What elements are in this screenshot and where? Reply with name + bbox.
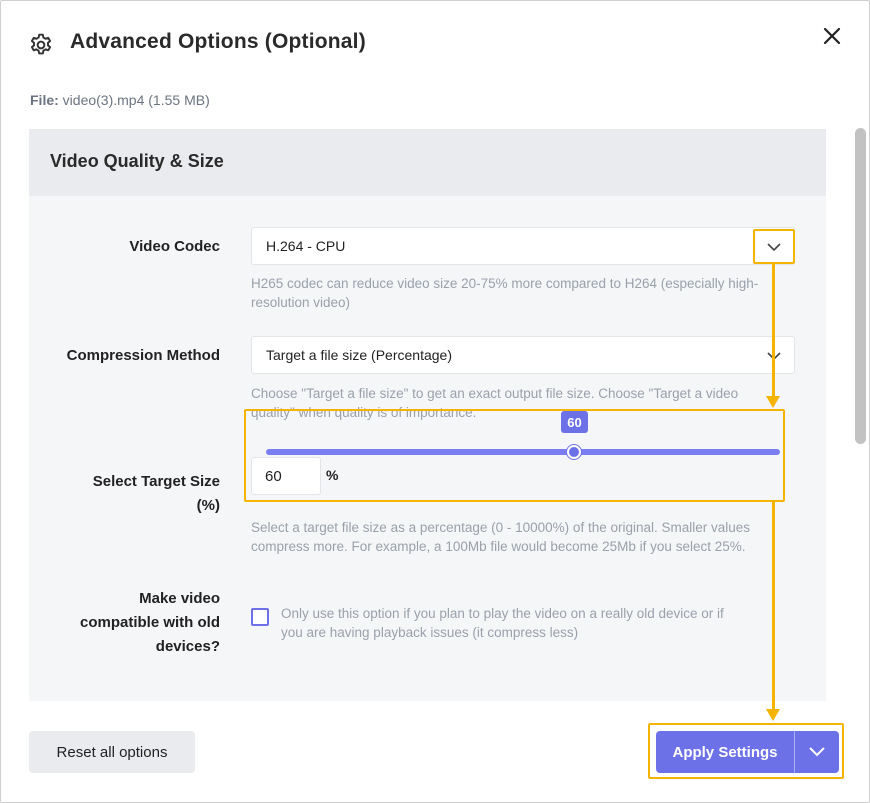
gear-icon [30,33,52,55]
chevron-down-icon [809,747,825,757]
video-codec-help: H265 codec can reduce video size 20-75% … [251,276,759,310]
annotation-arrowhead-2 [766,709,780,721]
file-value: video(3).mp4 (1.55 MB) [62,92,210,108]
slider-highlight [244,409,785,502]
target-size-input[interactable]: 60 [251,457,321,495]
percent-unit: % [326,467,339,483]
target-size-help: Select a target file size as a percentag… [251,520,751,554]
compatibility-checkbox[interactable] [251,608,269,626]
annotation-arrow-2 [772,502,775,710]
apply-settings-group: Apply Settings [656,731,839,773]
compatibility-label: Make video compatible with old devices? [79,590,220,655]
dialog-title: Advanced Options (Optional) [70,30,366,53]
file-label: File: [30,92,59,108]
compression-method-label: Compression Method [66,347,220,364]
file-info: File: video(3).mp4 (1.55 MB) [30,92,210,108]
compression-method-select[interactable]: Target a file size (Percentage) [251,336,795,374]
video-codec-label: Video Codec [129,238,220,255]
close-icon[interactable] [820,24,844,48]
reset-all-options-button[interactable]: Reset all options [29,731,195,773]
apply-options-dropdown[interactable] [795,731,839,773]
annotation-arrow-1 [772,264,775,397]
target-size-label: Select Target Size (%) [92,473,220,514]
apply-settings-button[interactable]: Apply Settings [656,731,795,773]
chevron-down-icon[interactable] [767,242,781,252]
compression-method-value: Target a file size (Percentage) [266,347,452,363]
compatibility-help: Only use this option if you plan to play… [281,606,724,640]
target-size-slider-thumb[interactable] [567,445,581,459]
panel-header: Video Quality & Size [29,129,826,196]
annotation-arrowhead-1 [766,396,780,408]
section-title: Video Quality & Size [50,151,224,171]
scrollbar-thumb[interactable] [855,128,866,444]
video-codec-select[interactable]: H.264 - CPU [251,227,795,265]
video-codec-value: H.264 - CPU [266,238,346,254]
target-size-slider-track[interactable] [266,449,780,455]
slider-value-bubble: 60 [561,411,588,433]
